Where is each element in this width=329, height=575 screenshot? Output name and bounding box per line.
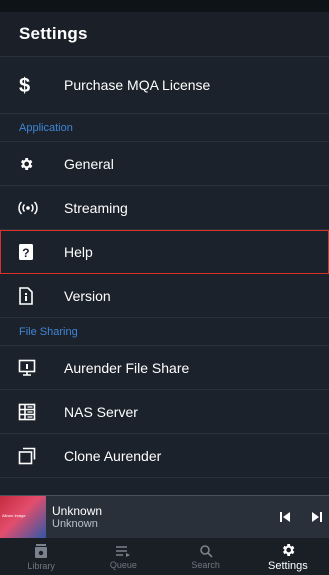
version-label: Version	[64, 287, 111, 304]
now-playing-title: Unknown	[52, 503, 103, 518]
status-bar	[0, 0, 329, 12]
app-header: Settings	[0, 12, 329, 57]
sidebar-item-help[interactable]: ? Help	[0, 230, 329, 274]
aurender-file-share-label: Aurender File Share	[64, 359, 190, 376]
tab-search-label: Search	[191, 559, 220, 570]
file-share-icon	[0, 359, 64, 377]
general-label: General	[64, 155, 114, 172]
now-playing-text: Unknown Unknown	[52, 504, 102, 531]
tab-search[interactable]: Search	[165, 538, 247, 575]
sidebar-item-version[interactable]: Version	[0, 274, 329, 318]
library-icon	[34, 543, 48, 559]
nas-server-label: NAS Server	[64, 403, 138, 420]
sidebar-item-aurender-file-share[interactable]: Aurender File Share	[0, 346, 329, 390]
nas-server-icon	[0, 403, 64, 421]
sidebar-item-nas-server[interactable]: NAS Server	[0, 390, 329, 434]
tab-settings-label: Settings	[268, 559, 308, 572]
tab-library-label: Library	[27, 560, 55, 571]
purchase-mqa-license-item[interactable]: $ Purchase MQA License	[0, 57, 329, 114]
section-header-file-sharing: File Sharing	[0, 318, 329, 346]
gear-icon	[280, 542, 296, 558]
gear-icon	[0, 156, 64, 172]
svg-text:$: $	[19, 75, 30, 95]
now-playing-bar[interactable]: Album Image Unknown Unknown	[0, 496, 329, 538]
svg-text:?: ?	[22, 246, 29, 260]
search-icon	[199, 544, 213, 558]
queue-icon	[115, 544, 131, 558]
now-playing-subtitle: Unknown	[52, 517, 98, 530]
tab-library[interactable]: Library	[0, 538, 82, 575]
streaming-icon	[0, 200, 64, 215]
dollar-icon: $	[0, 75, 64, 95]
sidebar-item-streaming[interactable]: Streaming	[0, 186, 329, 230]
play-pause-icon[interactable]	[311, 511, 323, 523]
page-title: Settings	[19, 24, 88, 43]
version-icon	[0, 286, 64, 305]
section-header-application: Application	[0, 114, 329, 142]
tab-queue[interactable]: Queue	[82, 538, 164, 575]
sidebar-item-general[interactable]: General	[0, 142, 329, 186]
album-art[interactable]: Album Image	[0, 496, 46, 538]
tab-queue-label: Queue	[109, 559, 137, 570]
help-label: Help	[64, 243, 93, 260]
purchase-mqa-license-label: Purchase MQA License	[64, 77, 211, 93]
skip-previous-icon[interactable]	[279, 511, 291, 523]
clone-aurender-label: Clone Aurender	[64, 447, 162, 464]
settings-list: $ Purchase MQA License Application Gener…	[0, 57, 329, 478]
playback-controls	[279, 496, 323, 538]
streaming-label: Streaming	[64, 199, 128, 216]
bottom-tab-bar: Library Queue Search Settings	[0, 538, 329, 575]
clone-icon	[0, 447, 64, 465]
album-art-label: Album Image	[2, 513, 26, 518]
help-icon: ?	[0, 243, 64, 261]
tab-settings[interactable]: Settings	[247, 538, 329, 575]
sidebar-item-clone-aurender[interactable]: Clone Aurender	[0, 434, 329, 478]
